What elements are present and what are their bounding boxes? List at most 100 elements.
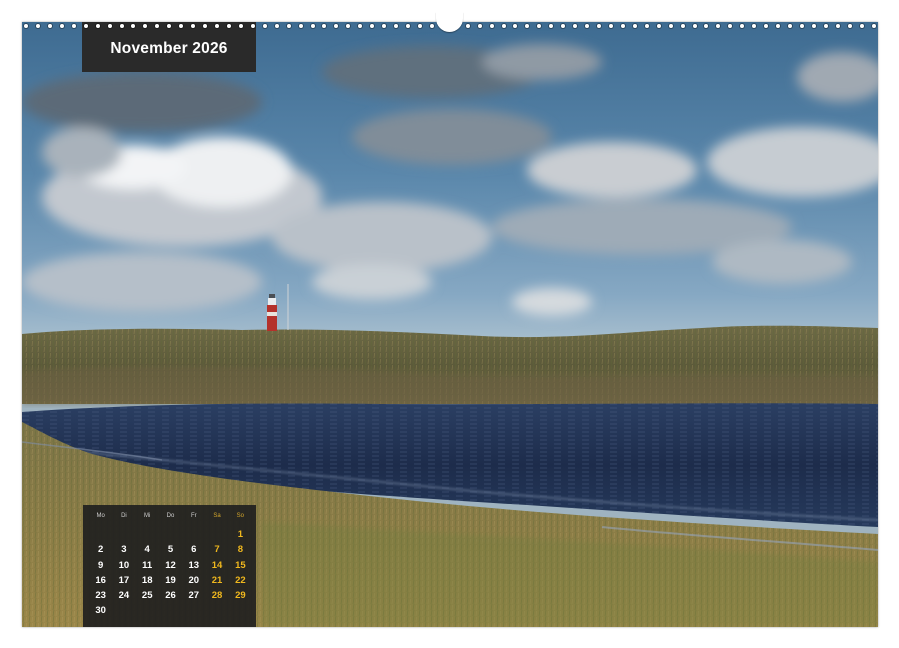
empty-day-cell [182, 527, 205, 542]
binding-hole [465, 24, 470, 28]
empty-day-cell [159, 527, 182, 542]
binding-hole [107, 24, 112, 28]
day-cell: 11 [142, 559, 153, 571]
binding-hole [226, 24, 231, 28]
day-cell: 18 [141, 574, 153, 586]
day-cell: 27 [188, 590, 200, 602]
binding-hole [680, 24, 685, 28]
lighthouse [267, 284, 289, 331]
day-cell: 21 [211, 574, 223, 586]
weekday-label: Fr [190, 513, 197, 519]
binding-hole [608, 24, 613, 28]
binding-hole [24, 24, 28, 28]
day-cell: 5 [167, 544, 174, 556]
day-cell: 22 [235, 574, 246, 586]
weekday-label: Mo [96, 513, 105, 519]
binding-hole [752, 24, 757, 28]
binding-hole [203, 24, 208, 28]
binding-hole [47, 24, 52, 28]
binding-hole [597, 24, 601, 28]
binding-hole [656, 24, 661, 28]
binding-hole [740, 24, 745, 28]
day-cell: 24 [118, 590, 130, 602]
binding-hole [370, 24, 375, 28]
day-cell: 19 [165, 574, 176, 586]
binding-hole [668, 24, 673, 28]
binding-hole [776, 24, 781, 28]
binding-hole [59, 24, 64, 28]
day-cell: 14 [211, 559, 223, 571]
binding-hole [549, 24, 554, 28]
binding-hole [71, 24, 76, 28]
binding-hole [799, 24, 804, 28]
binding-hole [632, 24, 637, 28]
binding-hole [489, 24, 494, 28]
day-cell: 23 [95, 590, 106, 602]
binding-hole [143, 24, 148, 28]
empty-day-cell [89, 527, 112, 542]
binding-hole [764, 24, 769, 28]
binding-hole [788, 24, 792, 28]
binding-hole [83, 24, 88, 28]
binding-hole [859, 24, 864, 28]
clouds [22, 44, 878, 316]
binding-hole [250, 24, 255, 28]
day-cell: 28 [211, 590, 223, 602]
binding-hole [525, 24, 530, 28]
binding-hole [334, 24, 339, 28]
day-cell: 3 [121, 544, 127, 556]
binding-hole [847, 24, 852, 28]
day-cell: 26 [165, 590, 176, 602]
binding-hole [704, 24, 709, 28]
binding-hole [871, 24, 876, 28]
binding-hole [358, 24, 363, 28]
binding-hole [131, 24, 136, 28]
day-cell: 8 [237, 544, 243, 556]
empty-day-cell [112, 527, 135, 542]
binding-hole [811, 24, 816, 28]
day-cell: 4 [144, 544, 150, 556]
binding-hole [274, 24, 279, 28]
binding-hole [620, 24, 625, 28]
day-cell: 10 [118, 559, 130, 571]
binding-hole [346, 24, 351, 28]
binding-hole [167, 24, 172, 28]
day-cell: 2 [97, 544, 104, 556]
binding-hole [179, 24, 184, 28]
binding-hole [429, 24, 434, 28]
binding-hole [155, 24, 160, 28]
binding-hole [477, 24, 482, 28]
day-cell: 7 [214, 544, 220, 556]
binding-hole [417, 24, 422, 28]
weekday-label: Sa [213, 513, 221, 519]
binding-hole [119, 24, 124, 28]
binding-hole [513, 24, 518, 28]
binding-hole [298, 24, 303, 28]
binding-hole [692, 24, 697, 28]
empty-day-cell [205, 527, 228, 542]
empty-day-cell [136, 527, 159, 542]
day-cell: 6 [191, 544, 197, 556]
binding-hole [585, 24, 590, 28]
binding-hole [286, 24, 291, 28]
weekday-label: Do [166, 513, 175, 519]
binding-hole [394, 24, 399, 28]
weekday-label: Di [121, 513, 127, 519]
month-title: November 2026 [110, 40, 228, 57]
binding-hole [382, 24, 387, 28]
weekday-label: So [236, 513, 245, 519]
binding-hole [537, 24, 542, 28]
binding-hole [835, 24, 840, 28]
binding-hole [501, 24, 506, 28]
binding-hole [191, 24, 196, 28]
day-cell: 12 [165, 559, 176, 571]
day-cell: 13 [188, 559, 200, 571]
day-cell: 25 [141, 590, 153, 602]
binding-hole [215, 24, 219, 28]
binding-hole [728, 24, 733, 28]
day-cell: 20 [188, 574, 200, 586]
month-calendar: Mo Di Mi Do Fr Sa So 1 2 3 4 5 6 7 8 9 10 11 12 13 14 15 16 17… [83, 505, 256, 627]
binding-hole [310, 24, 315, 28]
calendar-page: November 2026 Mo Di Mi Do Fr Sa So 1 2 3 4 5 6 7 8 9 10… [0, 0, 899, 648]
binding-hole [561, 24, 566, 28]
